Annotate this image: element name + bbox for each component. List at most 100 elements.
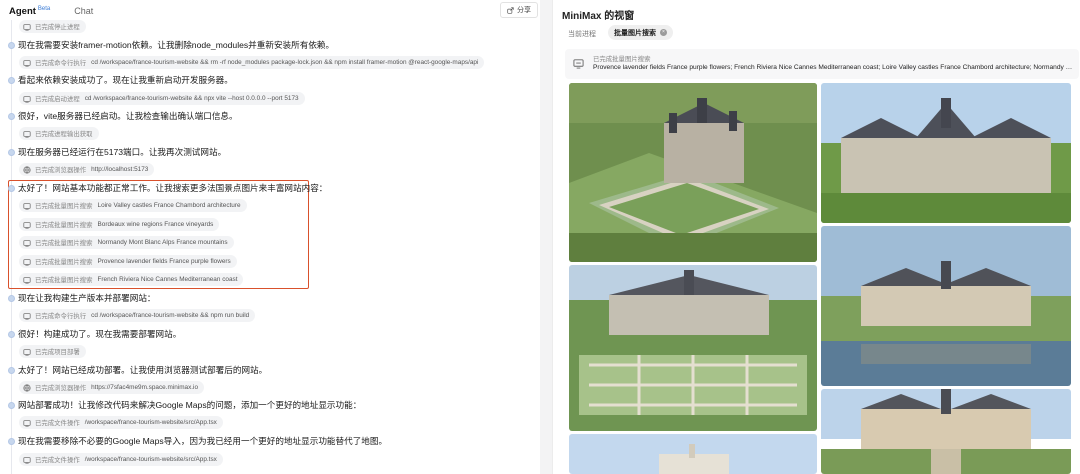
message-text: 很好！构建成功了。现在我需要部署网站。 xyxy=(18,329,182,339)
viewer-title: MiniMax 的视窗 xyxy=(562,11,635,22)
deploy-icon xyxy=(23,348,31,356)
tool-chip[interactable]: 已完成批量图片搜索 Provence lavender fields Franc… xyxy=(19,255,237,268)
close-icon[interactable]: × xyxy=(660,29,667,36)
tab-agent[interactable]: Agent xyxy=(9,6,36,17)
process-icon xyxy=(23,23,31,31)
tab-chat[interactable]: Chat xyxy=(74,6,93,16)
tool-chip[interactable]: 已完成进程输出获取 xyxy=(19,127,99,140)
message-text: 很好，vite服务器已经启动。让我检查输出确认端口信息。 xyxy=(18,111,238,121)
share-button[interactable]: 分享 xyxy=(500,2,538,18)
chip-label: 已完成浏览器操作 xyxy=(35,167,87,174)
message-text: 太好了！网站基本功能都正常工作。让我搜索更多法国景点图片来丰富网站内容： xyxy=(18,183,328,193)
message-text: 网站部署成功！让我修改代码来解决Google Maps的问题，添加一个更好的地址… xyxy=(18,400,362,410)
timeline-dot xyxy=(8,366,15,374)
chip-detail: Bordeaux wine regions France vineyards xyxy=(97,221,214,228)
chip-label: 已完成批量图片搜索 xyxy=(35,222,93,229)
tool-chip[interactable]: 已完成命令行执行 cd /workspace/france-tourism-we… xyxy=(19,56,485,69)
chip-label: 已完成项目部署 xyxy=(35,349,80,356)
tool-chip[interactable]: 已完成文件操作 /workspace/france-tourism-websit… xyxy=(19,453,223,466)
tool-chip[interactable]: 已完成批量图片搜索 Bordeaux wine regions France v… xyxy=(19,218,220,231)
timeline-dot xyxy=(8,41,15,49)
chip-detail: /workspace/france-tourism-website/src/Ap… xyxy=(84,456,217,463)
chip-label: 已完成批量图片搜索 xyxy=(35,240,93,247)
image-search-icon xyxy=(573,59,584,69)
timeline-message: 网站部署成功！让我修改代码来解决Google Maps的问题，添加一个更好的地址… xyxy=(8,399,361,411)
message-text: 现在我需要移除不必要的Google Maps导入，因为我已经用一个更好的地址显示… xyxy=(18,436,388,446)
tool-chip[interactable]: 已完成批量图片搜索 Loire Valley castles France Ch… xyxy=(19,199,247,212)
tool-chip[interactable]: 已完成启动进程 cd /workspace/france-tourism-web… xyxy=(19,92,305,105)
message-text: 现在服务器已经运行在5173端口。让我再次测试网站。 xyxy=(18,147,227,157)
chip-detail: Loire Valley castles France Chambord arc… xyxy=(97,202,241,209)
timeline-dot xyxy=(8,112,15,120)
chip-detail: /workspace/france-tourism-website/src/Ap… xyxy=(84,419,217,426)
message-text: 现在让我构建生产版本并部署网站： xyxy=(18,293,156,303)
timeline-message: 太好了！网站基本功能都正常工作。让我搜索更多法国景点图片来丰富网站内容： xyxy=(8,182,327,194)
chip-label: 已完成启动进程 xyxy=(35,96,80,103)
beta-badge: Beta xyxy=(37,6,51,12)
file-icon xyxy=(23,419,31,427)
timeline-dot xyxy=(8,401,15,409)
timeline-message: 现在让我构建生产版本并部署网站： xyxy=(8,292,156,304)
chip-label: 已完成批量图片搜索 xyxy=(35,259,93,266)
tool-chip[interactable]: 已完成浏览器操作 http://localhost:5173 xyxy=(19,163,155,176)
result-image[interactable] xyxy=(821,83,1071,223)
message-text: 看起来依赖安装成功了。现在让我重新启动开发服务器。 xyxy=(18,75,233,85)
search-label: 已完成批量图片搜索 xyxy=(593,56,651,63)
timeline-dot xyxy=(8,76,15,84)
message-text: 现在我需要安装framer-motion依赖。让我删除node_modules并… xyxy=(18,40,335,50)
tool-chip[interactable]: 已完成命令行执行 cd /workspace/france-tourism-we… xyxy=(19,309,256,322)
tool-chip[interactable]: 已完成文件操作 /workspace/france-tourism-websit… xyxy=(19,416,223,429)
terminal-icon xyxy=(23,130,31,138)
chip-label: 已完成命令行执行 xyxy=(35,313,87,320)
image-search-icon xyxy=(23,276,31,284)
result-image[interactable] xyxy=(569,434,817,474)
chip-detail: French Riviera Nice Cannes Mediterranean… xyxy=(97,276,238,283)
chip-detail: Normandy Mont Blanc Alps France mountain… xyxy=(97,239,228,246)
tool-chip[interactable]: 已完成批量图片搜索 French Riviera Nice Cannes Med… xyxy=(19,273,244,286)
file-icon xyxy=(23,456,31,464)
chip-detail: cd /workspace/france-tourism-website && … xyxy=(91,59,479,66)
timeline-dot xyxy=(8,148,15,156)
search-result-box: 已完成批量图片搜索 Provence lavender fields Franc… xyxy=(565,49,1079,79)
timeline-message: 很好，vite服务器已经启动。让我检查输出确认端口信息。 xyxy=(8,110,238,122)
panel-tabs: Agent Beta Chat xyxy=(9,4,93,18)
result-image[interactable] xyxy=(569,265,817,431)
tool-chip[interactable]: 已完成项目部署 xyxy=(19,345,86,358)
terminal-icon xyxy=(23,59,31,67)
timeline-message: 很好！构建成功了。现在我需要部署网站。 xyxy=(8,328,181,340)
viewer-panel: MiniMax 的视窗 当前进程 批量图片搜索 × 已完成批量图片搜索 Prov… xyxy=(552,0,1080,474)
tab-image-search[interactable]: 批量图片搜索 × xyxy=(608,25,673,40)
tab-image-search-label: 批量图片搜索 xyxy=(614,29,656,37)
timeline-dot xyxy=(8,294,15,302)
share-icon xyxy=(507,6,514,14)
chip-label: 已完成浏览器操作 xyxy=(35,385,87,392)
terminal-icon xyxy=(23,312,31,320)
search-query: Provence lavender fields France purple f… xyxy=(593,64,1077,71)
timeline-message: 现在服务器已经运行在5173端口。让我再次测试网站。 xyxy=(8,146,226,158)
timeline-dot xyxy=(8,184,15,192)
chip-label: 已完成命令行执行 xyxy=(35,60,87,67)
timeline-message: 太好了！网站已经成功部署。让我使用浏览器测试部署后的网站。 xyxy=(8,364,267,376)
chip-detail: Provence lavender fields France purple f… xyxy=(97,258,231,265)
tool-chip[interactable]: 已完成批量图片搜索 Normandy Mont Blanc Alps Franc… xyxy=(19,236,234,249)
chip-detail: http://localhost:5173 xyxy=(91,166,149,173)
chip-label: 已完成停止进程 xyxy=(35,24,80,31)
chip-detail: cd /workspace/france-tourism-website && … xyxy=(91,312,250,319)
share-label: 分享 xyxy=(517,7,531,14)
image-search-icon xyxy=(23,239,31,247)
image-search-icon xyxy=(23,221,31,229)
terminal-icon xyxy=(23,95,31,103)
globe-icon xyxy=(23,165,31,174)
result-image[interactable] xyxy=(821,226,1071,386)
first-chip[interactable]: 已完成停止进程 xyxy=(19,20,86,33)
agent-panel: Agent Beta Chat 分享 已完成停止进程 现在我需要安装framer… xyxy=(0,0,540,474)
timeline-dot xyxy=(8,330,15,338)
tab-current-process[interactable]: 当前进程 xyxy=(568,29,596,39)
result-image[interactable] xyxy=(821,389,1071,474)
tool-chip[interactable]: 已完成浏览器操作 https://7sfac4me9m.space.minima… xyxy=(19,381,205,394)
chip-label: 已完成批量图片搜索 xyxy=(35,277,93,284)
image-search-icon xyxy=(23,202,31,210)
image-search-icon xyxy=(23,258,31,266)
result-image[interactable] xyxy=(569,83,817,262)
message-text: 太好了！网站已经成功部署。让我使用浏览器测试部署后的网站。 xyxy=(18,365,268,375)
